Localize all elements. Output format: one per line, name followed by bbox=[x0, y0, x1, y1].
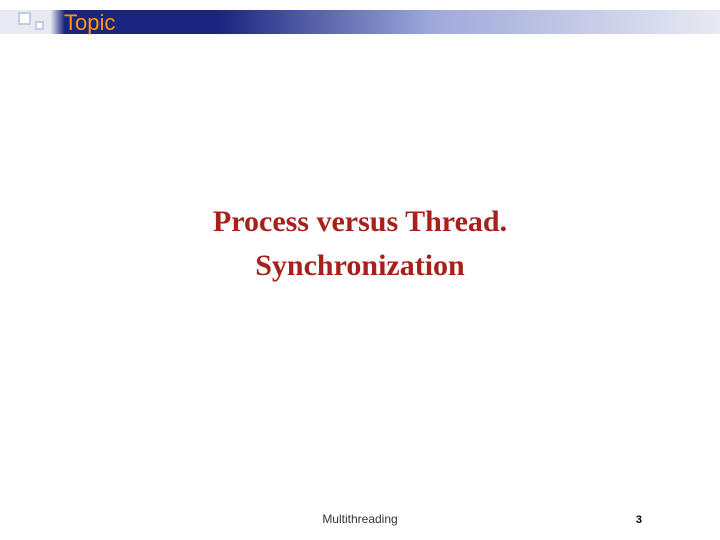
title-line-1: Process versus Thread. bbox=[0, 200, 720, 244]
footer-title: Multithreading bbox=[0, 512, 720, 526]
page-number: 3 bbox=[636, 514, 642, 526]
title-line-2: Synchronization bbox=[0, 244, 720, 288]
slide-section-label: Topic bbox=[64, 10, 115, 36]
slide-body: Process versus Thread. Synchronization bbox=[0, 200, 720, 287]
header-decoration bbox=[18, 10, 44, 30]
bullet-square-icon bbox=[35, 21, 44, 30]
bullet-square-icon bbox=[18, 12, 31, 25]
